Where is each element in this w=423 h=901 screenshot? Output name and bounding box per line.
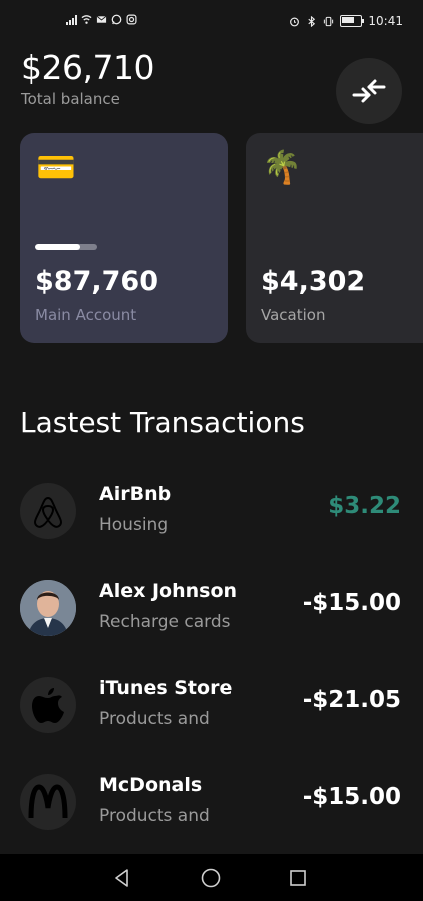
transaction-row-airbnb[interactable]: AirBnb Housing $3.22 (0, 483, 423, 553)
battery-icon (340, 15, 365, 27)
credit-card-icon: 💳 (36, 148, 76, 186)
status-bar: 10:41 (0, 0, 423, 50)
account-card-main[interactable]: 💳 $87,760 Main Account (20, 133, 228, 343)
mcdonalds-logo-icon (20, 774, 76, 830)
transaction-category: Products and (99, 806, 210, 826)
account-amount: $87,760 (35, 266, 158, 297)
transactions-title: Lastest Transactions (20, 406, 305, 439)
signal-icon (66, 14, 77, 25)
instagram-icon (126, 14, 137, 25)
back-button[interactable] (92, 854, 152, 901)
avatar (20, 580, 76, 636)
recents-square-icon (290, 869, 306, 886)
transaction-row-alex-johnson[interactable]: Alex Johnson Recharge cards -$15.00 (0, 580, 423, 650)
transaction-name: AirBnb (99, 483, 172, 505)
back-triangle-icon (115, 868, 128, 887)
transaction-name: McDonals (99, 774, 203, 796)
status-right-icons: 10:41 (289, 14, 403, 28)
account-progress-bar (35, 244, 97, 250)
home-circle-icon (201, 868, 221, 887)
status-time: 10:41 (368, 14, 403, 28)
status-left-icons (66, 14, 137, 25)
alarm-icon (290, 17, 300, 26)
account-amount: $4,302 (261, 266, 366, 297)
transaction-category: Recharge cards (99, 612, 231, 632)
app-screen: 10:41 $26,710 Total balance 💳 $87,760 Ma… (0, 0, 423, 901)
account-progress-fill (35, 244, 81, 250)
transfer-arrows-icon (352, 79, 386, 103)
transaction-amount: $3.22 (328, 493, 401, 519)
transfer-button[interactable] (336, 58, 402, 124)
account-name: Main Account (35, 306, 137, 324)
system-navigation-bar (0, 854, 423, 901)
mail-icon (96, 15, 107, 23)
transaction-amount: -$21.05 (302, 687, 401, 713)
account-name: Vacation (261, 306, 326, 324)
airbnb-logo-icon (20, 483, 76, 539)
apple-logo-icon (20, 677, 76, 733)
account-card-vacation[interactable]: 🌴 $4,302 Vacation (246, 133, 423, 343)
transaction-row-mcdonals[interactable]: McDonals Products and -$15.00 (0, 774, 423, 844)
transaction-name: Alex Johnson (99, 580, 238, 602)
palm-tree-icon: 🌴 (262, 148, 302, 186)
transaction-category: Products and (99, 709, 210, 729)
whatsapp-icon (111, 14, 122, 25)
transaction-row-itunes[interactable]: iTunes Store Products and -$21.05 (0, 677, 423, 747)
wifi-icon (81, 15, 92, 24)
home-button[interactable] (181, 854, 241, 901)
total-balance-amount: $26,710 (21, 48, 154, 87)
total-balance-label: Total balance (21, 90, 120, 108)
bluetooth-icon (308, 15, 316, 27)
recents-button[interactable] (268, 854, 328, 901)
vibrate-icon (324, 16, 334, 26)
transaction-amount: -$15.00 (302, 590, 401, 616)
transaction-amount: -$15.00 (302, 784, 401, 810)
transaction-category: Housing (99, 515, 169, 535)
transaction-name: iTunes Store (99, 677, 233, 699)
